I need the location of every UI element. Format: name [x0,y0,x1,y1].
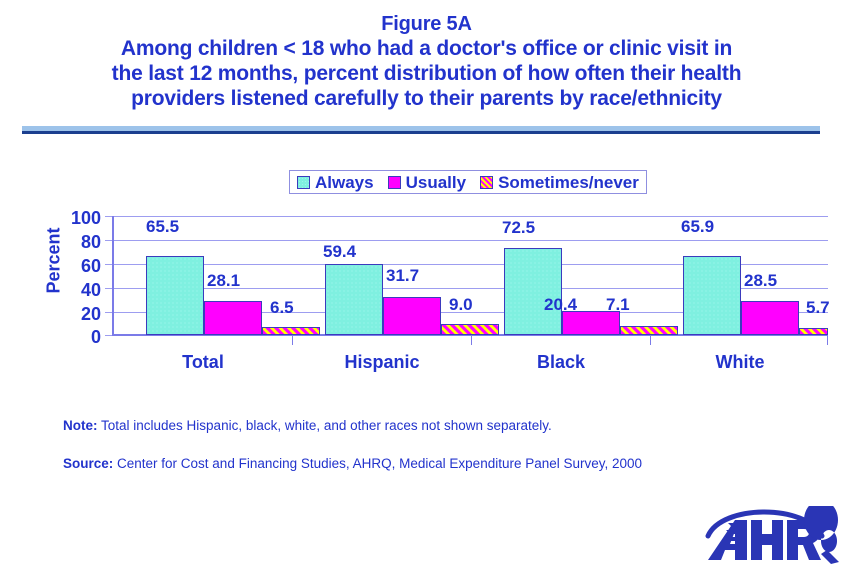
category-divider-2 [471,336,472,345]
x-axis-label-total: Total [182,352,224,372]
bar-white-sometimes [799,328,828,335]
source-label: Source: [63,456,114,471]
legend-item-usually: Usually [387,172,467,192]
value-label-hispanic-sometimes: 9.0 [449,295,473,314]
title-line-2: the last 12 months, percent distribution… [111,62,742,85]
x-axis-label-hispanic: Hispanic [344,352,420,372]
gridline-20 [113,312,828,313]
y-tick-label-40: 40 [80,280,101,300]
legend-item-always: Always [297,174,374,191]
gridline-60 [113,264,828,265]
value-label-white-sometimes: 5.7 [806,298,830,317]
tickmark-80 [105,240,114,241]
legend-swatch-usually-icon [387,175,401,189]
bar-total-usually [204,301,262,335]
value-label-total-usually: 28.1 [207,271,241,290]
legend-item-sometimes: Sometimes/never [480,174,639,191]
title-line-3: providers listened carefully to their pa… [131,87,722,110]
page-title: Figure 5A Among children < 18 who had a … [0,12,853,111]
bar-black-always [504,248,562,335]
divider-rule [22,131,820,134]
legend-swatch-sometimes-icon [480,175,494,189]
x-axis-label-black: Black [536,352,586,372]
bar-hispanic-sometimes [441,324,499,335]
tickmark-0 [105,335,114,336]
ahrq-logo-icon [705,500,839,564]
y-tick-label-0: 0 [90,327,101,347]
chart-legend: Always Usually Sometimes/never [289,170,647,194]
bar-black-usually [562,311,620,335]
gridline-80 [113,240,828,241]
bar-black-sometimes [620,326,678,335]
ahrq-logo [694,500,840,564]
bar-hispanic-always [325,264,383,335]
value-label-total-always: 65.5 [146,217,180,236]
tickmark-20 [105,312,114,313]
value-label-hispanic-always: 59.4 [323,242,357,261]
y-axis-line [112,216,114,336]
gridline-100 [113,216,828,217]
y-axis-title: Percent [43,227,64,294]
bar-white-usually [741,301,799,335]
title-line-1: Among children < 18 who had a doctor's o… [120,37,733,60]
figure-number: Figure 5A [381,13,472,35]
tickmark-40 [105,288,114,289]
source-footnote: Source: Center for Cost and Financing St… [63,455,642,472]
bar-hispanic-usually [383,297,441,335]
value-label-hispanic-usually: 31.7 [386,266,420,285]
bar-total-always [146,256,204,335]
legend-label-always: Always [315,172,374,192]
bar-white-always [683,256,741,335]
value-label-total-sometimes: 6.5 [270,298,294,317]
x-axis-baseline [113,334,828,336]
note-footnote: Note: Total includes Hispanic, black, wh… [63,417,552,434]
category-divider-4 [827,336,828,345]
bar-total-sometimes [262,327,320,335]
value-label-white-always: 65.9 [681,217,715,236]
category-divider-3 [650,336,651,345]
y-tick-label-20: 20 [80,304,101,324]
y-tick-label-80: 80 [80,232,101,252]
value-label-white-usually: 28.5 [744,271,778,290]
legend-label-usually: Usually [405,172,467,192]
source-text: Center for Cost and Financing Studies, A… [113,456,643,471]
header-divider [22,126,820,135]
value-label-black-always: 72.5 [502,218,536,237]
gridline-40 [113,288,828,289]
x-axis-label-white: White [715,352,765,372]
legend-swatch-always-icon [297,175,310,189]
category-divider-1 [292,336,293,345]
y-tick-label-100: 100 [70,208,101,228]
note-text: Total includes Hispanic, black, white, a… [97,418,552,433]
y-tick-label-60: 60 [80,256,101,276]
value-label-black-sometimes: 7.1 [606,295,630,314]
tickmark-100 [105,216,114,217]
tickmark-60 [105,264,114,265]
legend-label-sometimes: Sometimes/never [498,172,639,192]
value-label-black-usually: 20.4 [544,295,578,314]
note-label: Note: [63,418,98,433]
